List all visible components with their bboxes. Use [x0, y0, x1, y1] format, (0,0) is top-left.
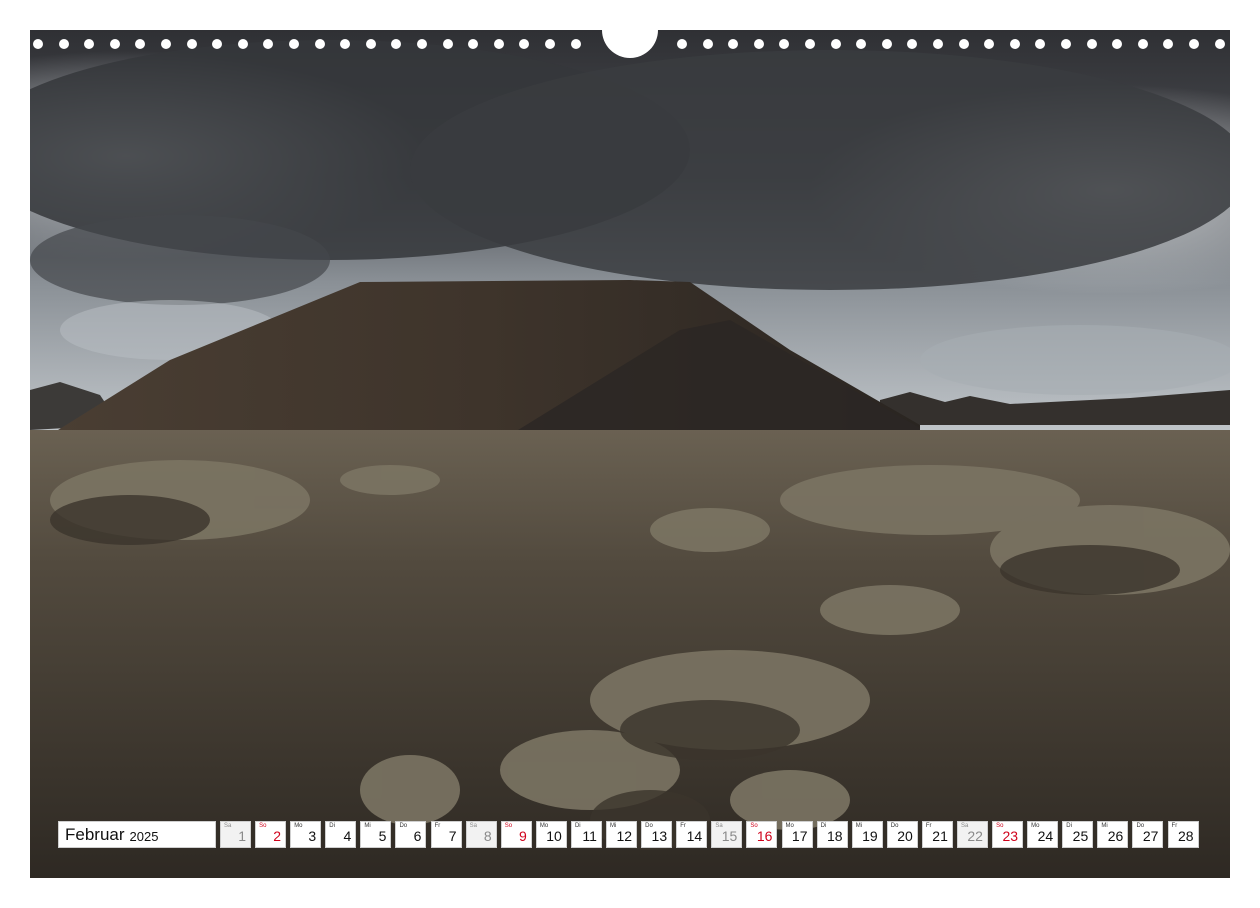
day-cells: Sa 1 So 2 Mo 3 Di 4 Mi 5 Do 6 Fr 7 Sa 8 So 9 Mo 10 Di 11 Mi 12 D… [220, 821, 1203, 850]
day-number: 1 [238, 828, 246, 844]
weekday-abbrev: Mi [855, 823, 863, 829]
weekday-abbrev: Fr [1171, 823, 1178, 829]
day-number: 15 [721, 828, 738, 844]
month-label: Februar 2025 [58, 821, 216, 848]
weekday-abbrev: Sa [224, 823, 232, 829]
day-number: 20 [897, 828, 913, 844]
day-number: 2 [273, 828, 282, 844]
calendar-day: Di 4 [325, 821, 357, 848]
calendar-day: Do 27 [1132, 821, 1164, 848]
calendar-day: Mo 24 [1027, 821, 1059, 848]
month-name: Februar [65, 824, 125, 844]
calendar-day: Mi 12 [606, 821, 638, 848]
calendar-day: Mi 19 [851, 821, 883, 848]
calendar-day: So 9 [500, 821, 532, 848]
calendar-day: Fr 14 [676, 821, 708, 848]
month-year: 2025 [129, 828, 159, 844]
weekday-abbrev: Di [1066, 823, 1072, 829]
day-number: 4 [343, 828, 352, 844]
calendar-day: So 2 [255, 821, 287, 848]
calendar-day: Sa 15 [711, 821, 743, 848]
calendar-day: Sa 1 [220, 821, 251, 848]
calendar-day: Fr 28 [1167, 821, 1199, 848]
weekday-abbrev: Mi [364, 823, 371, 829]
weekday-abbrev: Mi [1101, 823, 1108, 829]
day-number: 25 [1072, 828, 1089, 844]
weekday-abbrev: So [504, 823, 513, 829]
calendar-day: Mo 17 [781, 821, 813, 848]
weekday-abbrev: Di [574, 823, 581, 829]
calendar-day: Do 20 [886, 821, 918, 848]
calendar-day: Do 13 [641, 821, 673, 848]
day-number: 19 [862, 828, 878, 844]
calendar-day: Mi 5 [360, 821, 392, 848]
day-number: 18 [827, 828, 843, 844]
volcano-photo [30, 30, 1230, 878]
day-number: 22 [967, 828, 983, 844]
volcano-landscape-image [30, 30, 1230, 878]
day-number: 21 [932, 828, 948, 844]
day-number: 16 [756, 828, 773, 844]
day-number: 3 [308, 828, 317, 844]
weekday-abbrev: Di [329, 823, 335, 829]
weekday-abbrev: So [259, 823, 267, 829]
calendar-day: Mo 3 [290, 821, 322, 848]
day-number: 11 [582, 828, 597, 844]
calendar-day: Mo 10 [535, 821, 567, 848]
day-number: 17 [791, 828, 808, 844]
day-number: 12 [616, 828, 633, 844]
calendar-day: So 16 [746, 821, 778, 848]
day-number: 28 [1177, 828, 1194, 844]
day-number: 26 [1107, 828, 1124, 844]
weekday-abbrev: Mo [294, 823, 303, 829]
day-number: 10 [546, 828, 562, 844]
day-number: 6 [413, 828, 422, 844]
day-number: 23 [1002, 828, 1019, 844]
calendar-day: Di 25 [1062, 821, 1094, 848]
weekday-abbrev: Fr [925, 823, 932, 829]
calendar-day: Fr 7 [430, 821, 462, 848]
weekday-abbrev: Sa [469, 823, 477, 829]
day-number: 13 [651, 828, 668, 844]
day-number: 9 [518, 828, 527, 844]
calendar-day: So 23 [992, 821, 1024, 848]
weekday-abbrev: Fr [434, 823, 441, 829]
calendar-day: Di 11 [570, 821, 602, 848]
day-number: 14 [686, 828, 703, 844]
calendar-day: Fr 21 [921, 821, 953, 848]
weekday-abbrev: Fr [680, 823, 686, 829]
calendar-strip: Februar 2025 Sa 1 So 2 Mo 3 Di 4 Mi 5 Do 6 Fr 7 Sa 8 So 9… [58, 821, 1203, 850]
day-number: 8 [483, 828, 492, 844]
calendar-day: Mi 26 [1097, 821, 1129, 848]
day-number: 27 [1142, 828, 1159, 844]
weekday-abbrev: Do [399, 823, 408, 829]
day-number: 7 [448, 828, 457, 844]
calendar-day: Di 18 [816, 821, 848, 848]
day-number: 5 [378, 828, 387, 844]
day-number: 24 [1037, 828, 1054, 844]
calendar-day: Sa 22 [956, 821, 988, 848]
weekday-abbrev: Mi [610, 823, 617, 829]
calendar-day: Sa 8 [465, 821, 497, 848]
calendar-day: Do 6 [395, 821, 427, 848]
weekday-abbrev: Di [820, 823, 827, 829]
